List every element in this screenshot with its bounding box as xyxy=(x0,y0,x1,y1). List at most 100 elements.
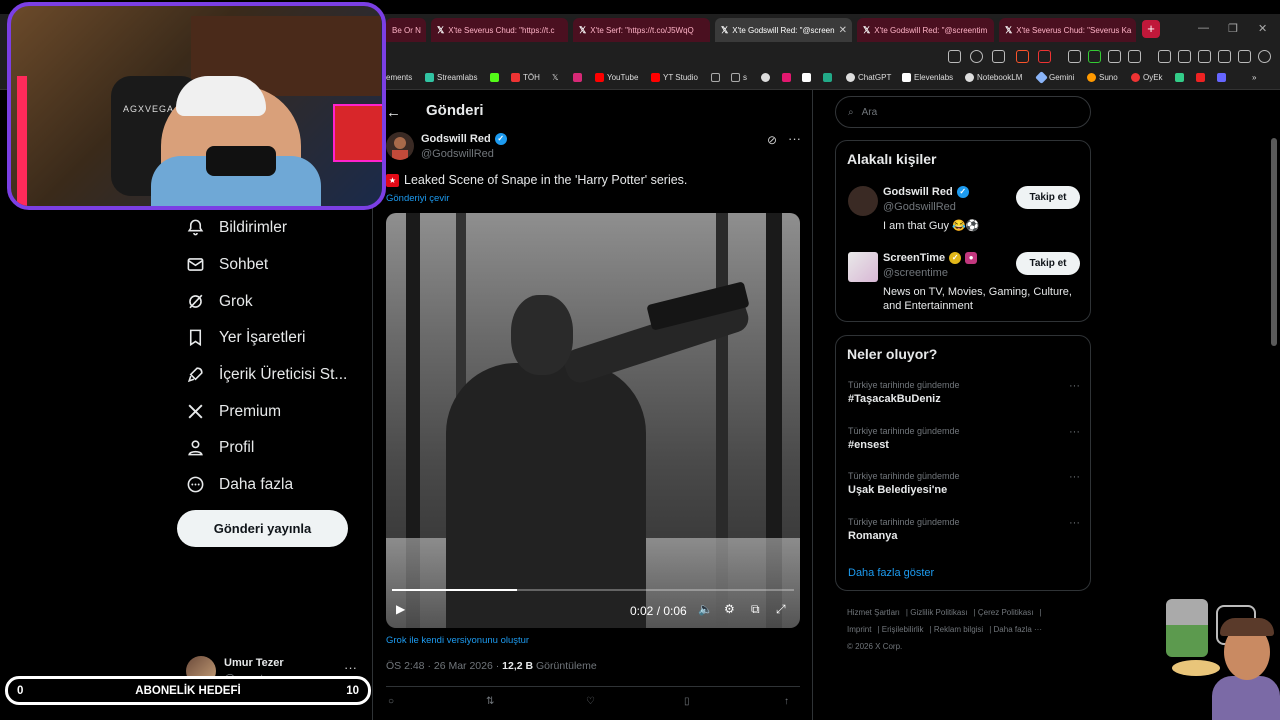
sidebar-icon[interactable] xyxy=(1178,50,1191,63)
nav-profile[interactable]: Profil xyxy=(186,438,254,457)
bookmark-icon[interactable]: ▯ xyxy=(684,696,690,707)
screenshot-icon[interactable] xyxy=(948,50,961,63)
more-icon[interactable]: ··· xyxy=(1069,517,1080,529)
bookmarks-overflow-icon[interactable]: » xyxy=(1252,73,1256,82)
nav-bookmarks[interactable]: Yer İşaretleri xyxy=(186,328,305,347)
bookmark-item[interactable]: OyEk xyxy=(1131,73,1163,82)
nav-premium[interactable]: Premium xyxy=(186,402,281,421)
like-icon[interactable]: ♡ xyxy=(586,696,595,707)
extension-icon[interactable] xyxy=(1128,50,1141,63)
bookmark-item[interactable] xyxy=(1217,73,1226,82)
grok-create-link[interactable]: Grok ile kendi versiyonunu oluştur xyxy=(386,635,529,646)
bookmark-item[interactable]: ChatGPT xyxy=(846,73,891,82)
extension-icon[interactable] xyxy=(1068,50,1081,63)
footer-link[interactable]: Hizmet Şartları xyxy=(847,608,900,617)
page-scrollbar[interactable] xyxy=(1271,138,1277,346)
close-window-icon[interactable]: ✕ xyxy=(1258,22,1267,35)
bookmark-item[interactable]: Elevenlabs xyxy=(902,73,953,82)
person-name[interactable]: Godswill Red ✓ xyxy=(883,186,969,198)
bookmark-item[interactable]: NotebookLM xyxy=(965,73,1022,82)
play-icon[interactable]: ▶ xyxy=(396,602,405,616)
translate-link[interactable]: Gönderiyi çevir xyxy=(386,193,449,204)
bookmark-item[interactable] xyxy=(823,73,832,82)
ai-icon[interactable] xyxy=(1218,50,1231,63)
nav-notifications[interactable]: Bildirimler xyxy=(186,218,287,237)
volume-icon[interactable]: 🔈 xyxy=(698,602,713,616)
bookmark-item[interactable] xyxy=(573,73,582,82)
more-icon[interactable]: ··· xyxy=(1069,426,1080,438)
bookmark-item[interactable]: YouTube xyxy=(595,73,638,82)
footer-link[interactable]: Imprint xyxy=(847,625,871,634)
bookmark-item[interactable] xyxy=(711,73,720,82)
follow-button[interactable]: Takip et xyxy=(1016,186,1080,209)
brave-shield-icon[interactable] xyxy=(1016,50,1029,63)
footer-link[interactable]: Çerez Politikası xyxy=(978,608,1034,617)
footer-link[interactable]: Daha fazla ··· xyxy=(994,625,1042,634)
minimize-icon[interactable]: — xyxy=(1198,22,1209,34)
trend-item[interactable]: Türkiye tarihinde gündemde #TaşacakBuDen… xyxy=(848,380,1080,405)
author-name[interactable]: Godswill Red ✓ xyxy=(421,133,507,145)
nav-grok[interactable]: Grok xyxy=(186,292,253,311)
wallet-icon[interactable] xyxy=(1198,50,1211,63)
video-player[interactable]: ▶ 0:02 / 0:06 🔈 ⚙ ⧉ ⤢ xyxy=(386,213,800,628)
menu-icon[interactable] xyxy=(1258,50,1271,63)
footer-link[interactable]: Erişilebilirlik xyxy=(882,625,924,634)
trend-item[interactable]: Türkiye tarihinde gündemde #ensest ··· xyxy=(848,426,1080,451)
bookmark-item[interactable]: ements xyxy=(386,73,412,82)
settings-icon[interactable]: ⚙ xyxy=(724,602,735,616)
share-icon[interactable]: ↑ xyxy=(784,696,789,707)
bookmark-item[interactable]: TÖH xyxy=(511,73,540,82)
rewards-icon[interactable] xyxy=(1038,50,1051,63)
browser-tab-active[interactable]: 𝕏 X'te Godswill Red: "@screen ✕ xyxy=(715,18,852,42)
share-icon[interactable] xyxy=(992,50,1005,63)
repost-icon[interactable]: ⇅ xyxy=(486,696,494,707)
bookmark-item[interactable] xyxy=(1196,73,1205,82)
back-arrow-icon[interactable]: ← xyxy=(386,104,401,121)
bookmark-item[interactable] xyxy=(761,73,770,82)
trend-item[interactable]: Türkiye tarihinde gündemde Uşak Belediye… xyxy=(848,471,1080,496)
browser-tab[interactable]: 𝕏 X'te Godswill Red: "@screentim xyxy=(857,18,994,42)
more-icon[interactable]: ··· xyxy=(1069,471,1080,483)
fullscreen-icon[interactable]: ⤢ xyxy=(776,602,786,617)
more-icon[interactable]: ··· xyxy=(344,660,357,675)
browser-tab[interactable]: 𝕏 X'te Severus Chud: "https://t.c xyxy=(431,18,568,42)
nav-creator-studio[interactable]: İçerik Üreticisi St... xyxy=(186,365,347,384)
post-button[interactable]: Gönderi yayınla xyxy=(177,510,348,547)
nav-messages[interactable]: Sohbet xyxy=(186,255,268,274)
bookmark-item[interactable] xyxy=(802,73,811,82)
maximize-icon[interactable]: ❐ xyxy=(1228,22,1238,35)
bookmark-item[interactable]: Streamlabs xyxy=(425,73,477,82)
close-icon[interactable]: ✕ xyxy=(839,25,847,36)
browser-tab[interactable]: 𝕏 X'te Severus Chud: "Severus Ka xyxy=(999,18,1136,42)
extension-icon[interactable] xyxy=(1088,50,1101,63)
bookmark-item[interactable] xyxy=(782,73,791,82)
video-progress[interactable] xyxy=(392,589,794,591)
browser-tab[interactable]: Be Or N xyxy=(386,18,426,42)
bookmark-item[interactable]: YT Studio xyxy=(651,73,698,82)
popout-icon[interactable]: ⧉ xyxy=(751,602,760,617)
nav-more[interactable]: Daha fazla xyxy=(186,475,293,494)
author-handle[interactable]: @GodswillRed xyxy=(421,148,494,160)
footer-link[interactable]: Gizlilik Politikası xyxy=(910,608,967,617)
bookmark-item[interactable] xyxy=(490,73,499,82)
browser-tab[interactable]: 𝕏 X'te Serf: "https://t.co/J5WqQ xyxy=(573,18,710,42)
trend-item[interactable]: Türkiye tarihinde gündemde Romanya ··· xyxy=(848,517,1080,542)
zoom-icon[interactable] xyxy=(970,50,983,63)
bookmark-item[interactable]: Gemini xyxy=(1035,71,1074,84)
reply-icon[interactable]: ○ xyxy=(388,696,394,707)
more-icon[interactable]: ··· xyxy=(1069,380,1080,392)
music-icon[interactable] xyxy=(1158,50,1171,63)
follow-button[interactable]: Takip et xyxy=(1016,252,1080,275)
person-name[interactable]: ScreenTime ✓ ● xyxy=(883,252,978,264)
bookmark-item[interactable] xyxy=(1175,73,1184,82)
bookmark-item[interactable]: Suno xyxy=(1087,73,1118,82)
vpn-icon[interactable] xyxy=(1238,50,1251,63)
footer-link[interactable]: Reklam bilgisi xyxy=(934,625,983,634)
new-tab-button[interactable]: + xyxy=(1142,20,1160,38)
author-avatar[interactable] xyxy=(386,132,414,160)
post-date[interactable]: ÖS 2:48 · 26 Mar 2026 · xyxy=(386,660,502,672)
bookmark-item[interactable]: 𝕏 xyxy=(552,73,558,82)
more-options-icon[interactable]: ··· xyxy=(788,131,801,146)
show-more-link[interactable]: Daha fazla göster xyxy=(848,567,934,579)
puzzle-icon[interactable] xyxy=(1108,50,1121,63)
